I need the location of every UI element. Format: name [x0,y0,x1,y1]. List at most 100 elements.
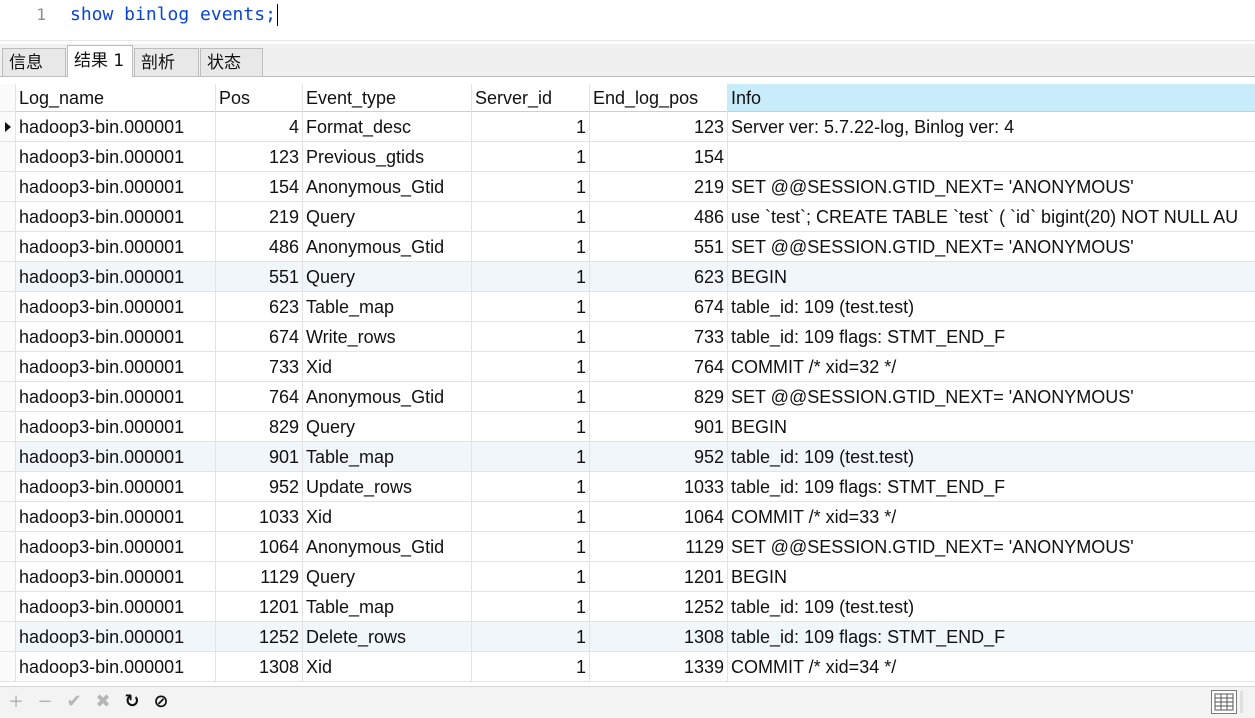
event-type-cell[interactable]: Xid [303,652,472,682]
info-cell[interactable]: table_id: 109 flags: STMT_END_F [728,622,1255,652]
server-id-cell[interactable]: 1 [472,652,590,682]
server-id-cell[interactable]: 1 [472,352,590,382]
log-name-cell[interactable]: hadoop3-bin.000001 [16,262,216,292]
end-log-pos-cell[interactable]: 1252 [590,592,728,622]
pos-cell[interactable]: 1252 [216,622,303,652]
pos-cell[interactable]: 623 [216,292,303,322]
pos-cell[interactable]: 4 [216,112,303,142]
end-log-pos-cell[interactable]: 486 [590,202,728,232]
log-name-cell[interactable]: hadoop3-bin.000001 [16,622,216,652]
column-header-pos[interactable]: Pos [216,84,303,112]
row-indicator[interactable] [0,352,16,382]
server-id-cell[interactable]: 1 [472,502,590,532]
row-indicator[interactable] [0,172,16,202]
column-header-end-log-pos[interactable]: End_log_pos [590,84,728,112]
row-indicator[interactable] [0,262,16,292]
query-text[interactable]: show binlog events; [70,0,278,30]
info-cell[interactable]: COMMIT /* xid=33 */ [728,502,1255,532]
event-type-cell[interactable]: Query [303,412,472,442]
table-row[interactable]: hadoop3-bin.000001 154 Anonymous_Gtid 1 219 S… [0,172,1255,202]
log-name-cell[interactable]: hadoop3-bin.000001 [16,232,216,262]
table-row[interactable]: hadoop3-bin.000001 764 Anonymous_Gtid 1 829 S… [0,382,1255,412]
log-name-cell[interactable]: hadoop3-bin.000001 [16,442,216,472]
info-cell[interactable]: COMMIT /* xid=34 */ [728,652,1255,682]
info-cell[interactable]: BEGIN [728,562,1255,592]
server-id-cell[interactable]: 1 [472,592,590,622]
log-name-cell[interactable]: hadoop3-bin.000001 [16,652,216,682]
event-type-cell[interactable]: Query [303,202,472,232]
table-row[interactable]: hadoop3-bin.000001 1033 Xid 1 1064 COMMIT /* … [0,502,1255,532]
table-row[interactable]: hadoop3-bin.000001 674 Write_rows 1 733 table… [0,322,1255,352]
info-cell[interactable]: SET @@SESSION.GTID_NEXT= 'ANONYMOUS' [728,382,1255,412]
pos-cell[interactable]: 1201 [216,592,303,622]
info-cell[interactable]: use `test`; CREATE TABLE `test` ( `id` b… [728,202,1255,232]
server-id-cell[interactable]: 1 [472,532,590,562]
tab-profile[interactable]: 剖析 [134,48,199,76]
server-id-cell[interactable]: 1 [472,172,590,202]
info-cell[interactable]: SET @@SESSION.GTID_NEXT= 'ANONYMOUS' [728,172,1255,202]
row-indicator[interactable] [0,232,16,262]
end-log-pos-cell[interactable]: 623 [590,262,728,292]
row-indicator[interactable] [0,292,16,322]
server-id-cell[interactable]: 1 [472,142,590,172]
grid-view-icon[interactable] [1211,690,1237,714]
refresh-icon[interactable]: ↻ [121,691,143,713]
table-row[interactable]: hadoop3-bin.000001 733 Xid 1 764 COMMIT /* xi… [0,352,1255,382]
end-log-pos-cell[interactable]: 1339 [590,652,728,682]
stop-icon[interactable]: ⊘ [150,691,172,713]
pos-cell[interactable]: 674 [216,322,303,352]
info-cell[interactable]: table_id: 109 flags: STMT_END_F [728,322,1255,352]
pos-cell[interactable]: 952 [216,472,303,502]
table-row[interactable]: hadoop3-bin.000001 123 Previous_gtids 1 154 [0,142,1255,172]
log-name-cell[interactable]: hadoop3-bin.000001 [16,172,216,202]
server-id-cell[interactable]: 1 [472,562,590,592]
cross-icon[interactable]: ✖ [92,691,114,713]
info-cell[interactable]: table_id: 109 (test.test) [728,592,1255,622]
pos-cell[interactable]: 1064 [216,532,303,562]
log-name-cell[interactable]: hadoop3-bin.000001 [16,112,216,142]
result-grid[interactable]: Log_name Pos Event_type Server_id End_lo… [0,84,1255,684]
event-type-cell[interactable]: Xid [303,502,472,532]
event-type-cell[interactable]: Table_map [303,592,472,622]
row-indicator[interactable] [0,202,16,232]
end-log-pos-cell[interactable]: 674 [590,292,728,322]
table-row[interactable]: hadoop3-bin.000001 829 Query 1 901 BEGIN [0,412,1255,442]
minus-icon[interactable]: − [34,691,56,713]
table-row[interactable]: hadoop3-bin.000001 623 Table_map 1 674 table_… [0,292,1255,322]
tab-status[interactable]: 状态 [200,48,263,76]
row-indicator[interactable] [0,592,16,622]
server-id-cell[interactable]: 1 [472,622,590,652]
event-type-cell[interactable]: Query [303,262,472,292]
table-row[interactable]: hadoop3-bin.000001 486 Anonymous_Gtid 1 551 S… [0,232,1255,262]
log-name-cell[interactable]: hadoop3-bin.000001 [16,562,216,592]
row-indicator[interactable] [0,622,16,652]
log-name-cell[interactable]: hadoop3-bin.000001 [16,412,216,442]
row-indicator[interactable] [0,142,16,172]
event-type-cell[interactable]: Query [303,562,472,592]
server-id-cell[interactable]: 1 [472,202,590,232]
event-type-cell[interactable]: Table_map [303,442,472,472]
row-indicator[interactable] [0,412,16,442]
info-cell[interactable]: BEGIN [728,262,1255,292]
row-indicator[interactable] [0,112,16,142]
log-name-cell[interactable]: hadoop3-bin.000001 [16,292,216,322]
pos-cell[interactable]: 219 [216,202,303,232]
check-icon[interactable]: ✔ [63,691,85,713]
table-row[interactable]: hadoop3-bin.000001 901 Table_map 1 952 table_… [0,442,1255,472]
event-type-cell[interactable]: Anonymous_Gtid [303,382,472,412]
column-header-log-name[interactable]: Log_name [16,84,216,112]
pos-cell[interactable]: 829 [216,412,303,442]
end-log-pos-cell[interactable]: 829 [590,382,728,412]
event-type-cell[interactable]: Xid [303,352,472,382]
log-name-cell[interactable]: hadoop3-bin.000001 [16,532,216,562]
event-type-cell[interactable]: Format_desc [303,112,472,142]
end-log-pos-cell[interactable]: 123 [590,112,728,142]
info-cell[interactable]: SET @@SESSION.GTID_NEXT= 'ANONYMOUS' [728,232,1255,262]
info-cell[interactable]: table_id: 109 flags: STMT_END_F [728,472,1255,502]
sql-editor[interactable]: 1 show binlog events; [0,0,1255,41]
end-log-pos-cell[interactable]: 1064 [590,502,728,532]
pos-cell[interactable]: 154 [216,172,303,202]
row-indicator[interactable] [0,502,16,532]
end-log-pos-cell[interactable]: 1129 [590,532,728,562]
pos-cell[interactable]: 1308 [216,652,303,682]
